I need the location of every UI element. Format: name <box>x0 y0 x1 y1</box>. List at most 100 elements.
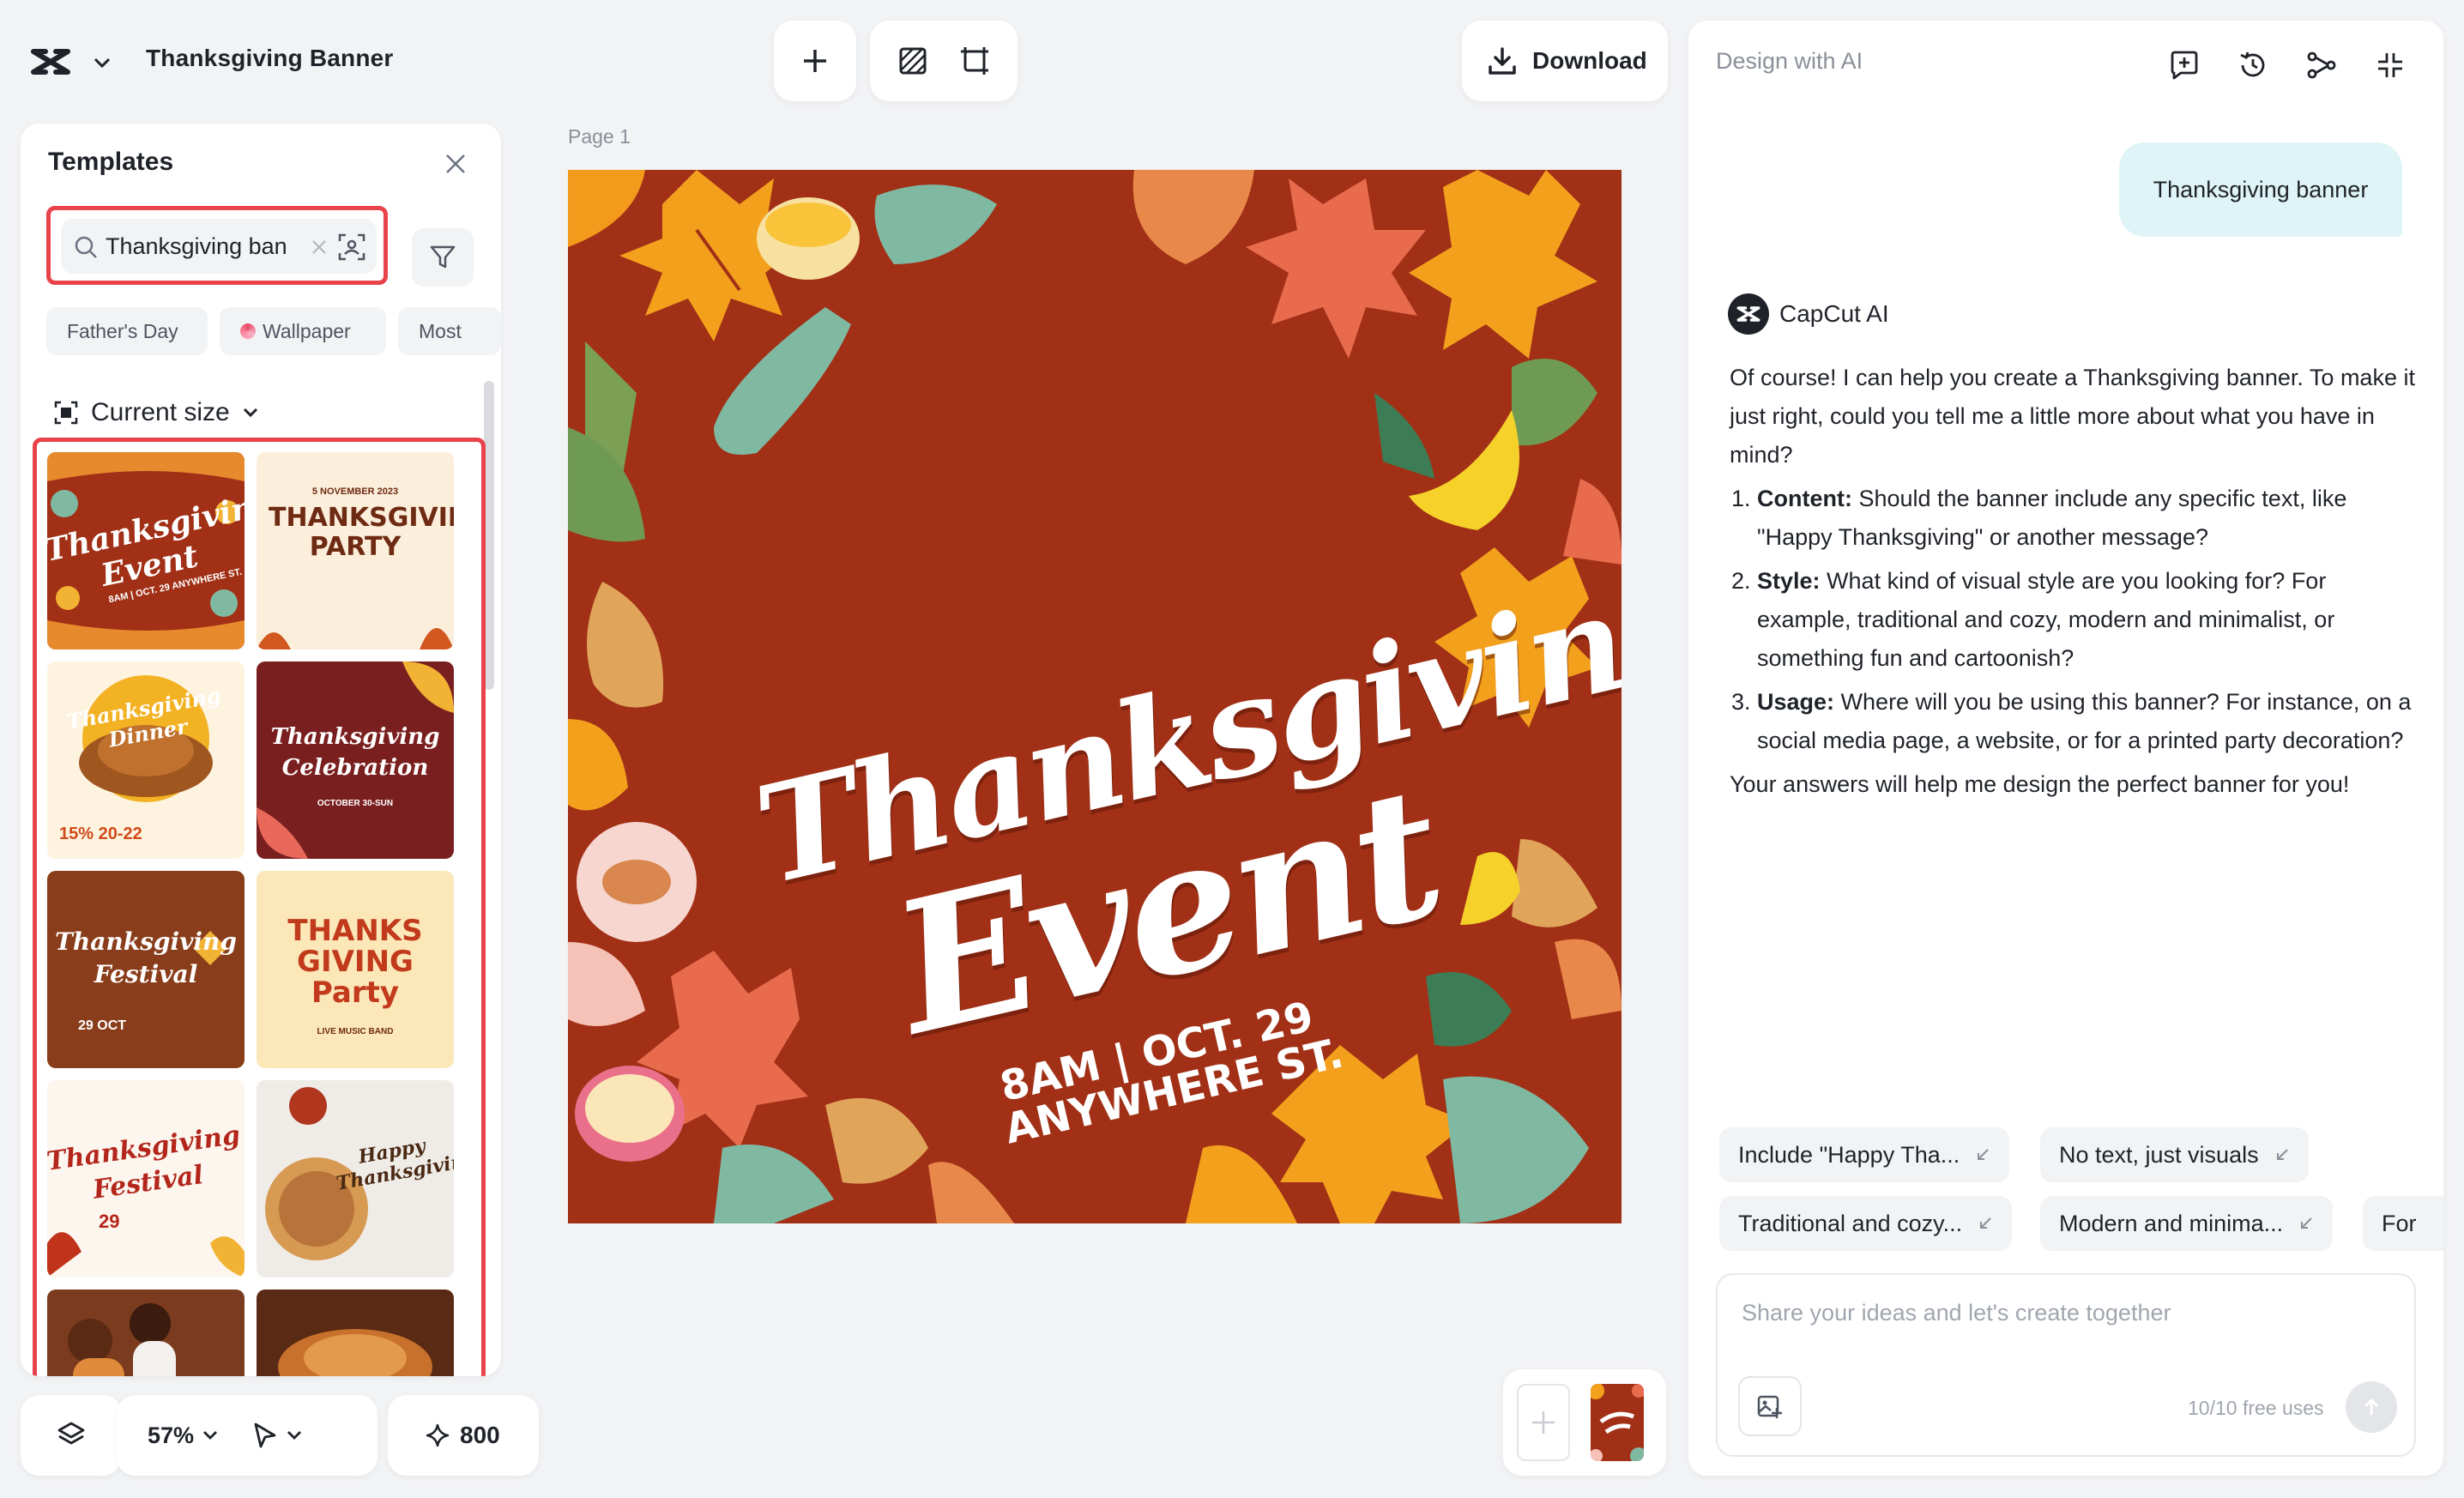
template-thumbnail[interactable]: Happy Thanksgiving <box>257 1080 454 1278</box>
template-thumbnail[interactable]: Thanksgiving Festival 29 <box>47 1080 245 1278</box>
suggestion-chip[interactable]: Include "Happy Tha... <box>1719 1127 2010 1182</box>
pointer-tool-dropdown[interactable] <box>252 1422 302 1449</box>
leaf-decoration-icon <box>257 628 454 649</box>
chip-most[interactable]: Most <box>398 307 501 355</box>
template-search-box <box>61 219 377 274</box>
history-button[interactable] <box>2229 41 2277 89</box>
close-icon <box>446 154 465 173</box>
suggestion-label: Include "Happy Tha... <box>1738 1141 1960 1168</box>
chat-composer: 10/10 free uses <box>1716 1273 2416 1457</box>
question-text: Where will you be using this banner? For… <box>1757 689 2412 753</box>
suggestion-chip[interactable]: Modern and minima... <box>2040 1196 2334 1251</box>
collapse-panel-button[interactable] <box>2366 41 2414 89</box>
thumbnail-title: Thanksgiving Celebration <box>270 724 440 781</box>
question-label: Content: <box>1757 486 1852 511</box>
page-1-thumbnail[interactable] <box>1591 1384 1644 1461</box>
send-button[interactable] <box>2346 1381 2397 1433</box>
current-size-dropdown[interactable]: Current size <box>53 398 259 427</box>
layers-icon <box>57 1422 85 1445</box>
template-search-input[interactable] <box>106 227 303 265</box>
question-label: Style: <box>1757 568 1821 594</box>
project-title[interactable]: Thanksgiving Banner <box>146 45 394 72</box>
template-thumbnail[interactable] <box>47 1290 245 1376</box>
suggestion-chip[interactable]: No text, just visuals <box>2040 1127 2309 1182</box>
design-with-ai-panel: Design with AI Thanksgiving banner CapCu… <box>1688 21 2443 1476</box>
image-search-icon[interactable] <box>337 233 366 262</box>
chevron-down-icon <box>243 408 257 418</box>
question-label: Usage: <box>1757 689 1835 715</box>
chip-label: Wallpaper <box>263 319 351 342</box>
page-label: Page 1 <box>568 125 631 148</box>
search-highlight-box <box>46 206 388 285</box>
suggestion-label: No text, just visuals <box>2059 1141 2259 1168</box>
template-thumbnail[interactable]: THANKS GIVING Party LIVE MUSIC BAND <box>257 871 454 1068</box>
capcut-ai-avatar <box>1728 293 1769 335</box>
chevron-down-icon <box>287 1431 302 1440</box>
thumbnail-title: Thanksgiving Festival <box>55 927 237 988</box>
free-uses-counter: 10/10 free uses <box>2188 1397 2324 1419</box>
thumbnail-subtitle: 5 NOVEMBER 2023 <box>311 486 399 497</box>
question-list: Content: Should the banner include any s… <box>1730 480 2416 760</box>
insert-arrow-icon <box>1980 1217 1991 1229</box>
capcut-logo-icon <box>1736 306 1760 322</box>
add-page-button[interactable] <box>1517 1384 1570 1461</box>
resize-button[interactable] <box>959 45 990 76</box>
thumbnail-subtitle: 29 OCT <box>78 1018 127 1033</box>
suggestion-chip[interactable]: Traditional and cozy... <box>1719 1196 2013 1251</box>
layers-button[interactable] <box>21 1395 122 1476</box>
wallpaper-icon <box>240 323 256 339</box>
canvas-text-group[interactable]: Thanksgiving Event 8AM | OCT. 29 ANYWHER… <box>568 170 1622 1223</box>
suggestion-label: For <box>2382 1210 2417 1236</box>
new-chat-button[interactable] <box>2160 41 2208 89</box>
chip-wallpaper[interactable]: Wallpaper <box>220 307 386 355</box>
zoom-level: 57% <box>148 1422 195 1448</box>
zoom-dropdown[interactable]: 57% <box>148 1422 218 1449</box>
share-flow-button[interactable] <box>2298 41 2346 89</box>
chevron-down-icon <box>203 1431 218 1440</box>
credits-button[interactable]: 800 <box>388 1395 539 1476</box>
template-thumbnail[interactable]: Thanksgiving Celebration OCTOBER 30-SUN <box>257 661 454 859</box>
templates-grid-highlight: Thanksgiving Event 8AM | OCT. 29 ANYWHER… <box>33 438 486 1376</box>
project-menu-chevron-icon[interactable] <box>91 51 113 74</box>
credits-count: 800 <box>460 1422 500 1448</box>
capcut-logo-icon[interactable] <box>29 43 72 81</box>
filter-button[interactable] <box>412 228 474 287</box>
template-thumbnail[interactable]: Thanksgiving Event 8AM | OCT. 29 ANYWHER… <box>47 452 245 649</box>
download-button[interactable]: Download <box>1462 21 1668 101</box>
chip-fathers-day[interactable]: Father's Day <box>46 307 208 355</box>
pages-bar <box>1503 1369 1666 1476</box>
template-thumbnail[interactable] <box>257 1290 454 1376</box>
template-thumbnail[interactable]: Thanksgiving Festival 29 OCT <box>47 871 245 1068</box>
background-pattern-icon <box>899 47 926 75</box>
background-toggle-button[interactable] <box>898 46 927 76</box>
people-photo-icon <box>68 1303 176 1376</box>
thumbnail-subtitle: OCTOBER 30-SUN <box>317 799 394 808</box>
assistant-name: CapCut AI <box>1779 300 1889 327</box>
clear-search-icon[interactable] <box>310 238 329 257</box>
close-templates-button[interactable] <box>441 149 470 178</box>
plus-icon <box>1532 1411 1555 1434</box>
template-thumbnail[interactable]: Thanksgiving Dinner 15% 20-22 <box>47 661 245 859</box>
suggestion-label: Modern and minima... <box>2059 1210 2284 1236</box>
thumbnail-subtitle: LIVE MUSIC BAND <box>317 1027 394 1036</box>
thumbnail-subtitle: 29 <box>99 1211 120 1232</box>
history-icon <box>2240 51 2265 77</box>
thumbnail-title: THANKS GIVING Party <box>287 914 423 1010</box>
resize-icon <box>960 47 988 75</box>
templates-title: Templates <box>48 148 174 176</box>
question-item: Content: Should the banner include any s… <box>1757 480 2416 557</box>
design-canvas[interactable]: Thanksgiving Event 8AM | OCT. 29 ANYWHER… <box>568 170 1622 1223</box>
user-message-bubble: Thanksgiving banner <box>2119 142 2402 237</box>
assistant-intro: Of course! I can help you create a Thank… <box>1730 365 2415 468</box>
collapse-icon <box>2378 53 2402 77</box>
question-item: Usage: Where will you be using this bann… <box>1757 683 2416 760</box>
zoom-controls: 57% <box>117 1395 377 1476</box>
chat-input[interactable] <box>1742 1296 2376 1330</box>
add-element-button[interactable] <box>774 21 856 101</box>
upload-image-button[interactable] <box>1738 1376 1802 1436</box>
suggestion-chip[interactable]: For <box>2363 1196 2443 1251</box>
template-thumbnail[interactable]: 5 NOVEMBER 2023 THANKSGIVING PARTY <box>257 452 454 649</box>
templates-panel: Templates Father's Day Wallpaper Most Cu… <box>21 124 501 1376</box>
insert-arrow-icon <box>2276 1149 2288 1160</box>
canvas-tools-group <box>870 21 1018 101</box>
